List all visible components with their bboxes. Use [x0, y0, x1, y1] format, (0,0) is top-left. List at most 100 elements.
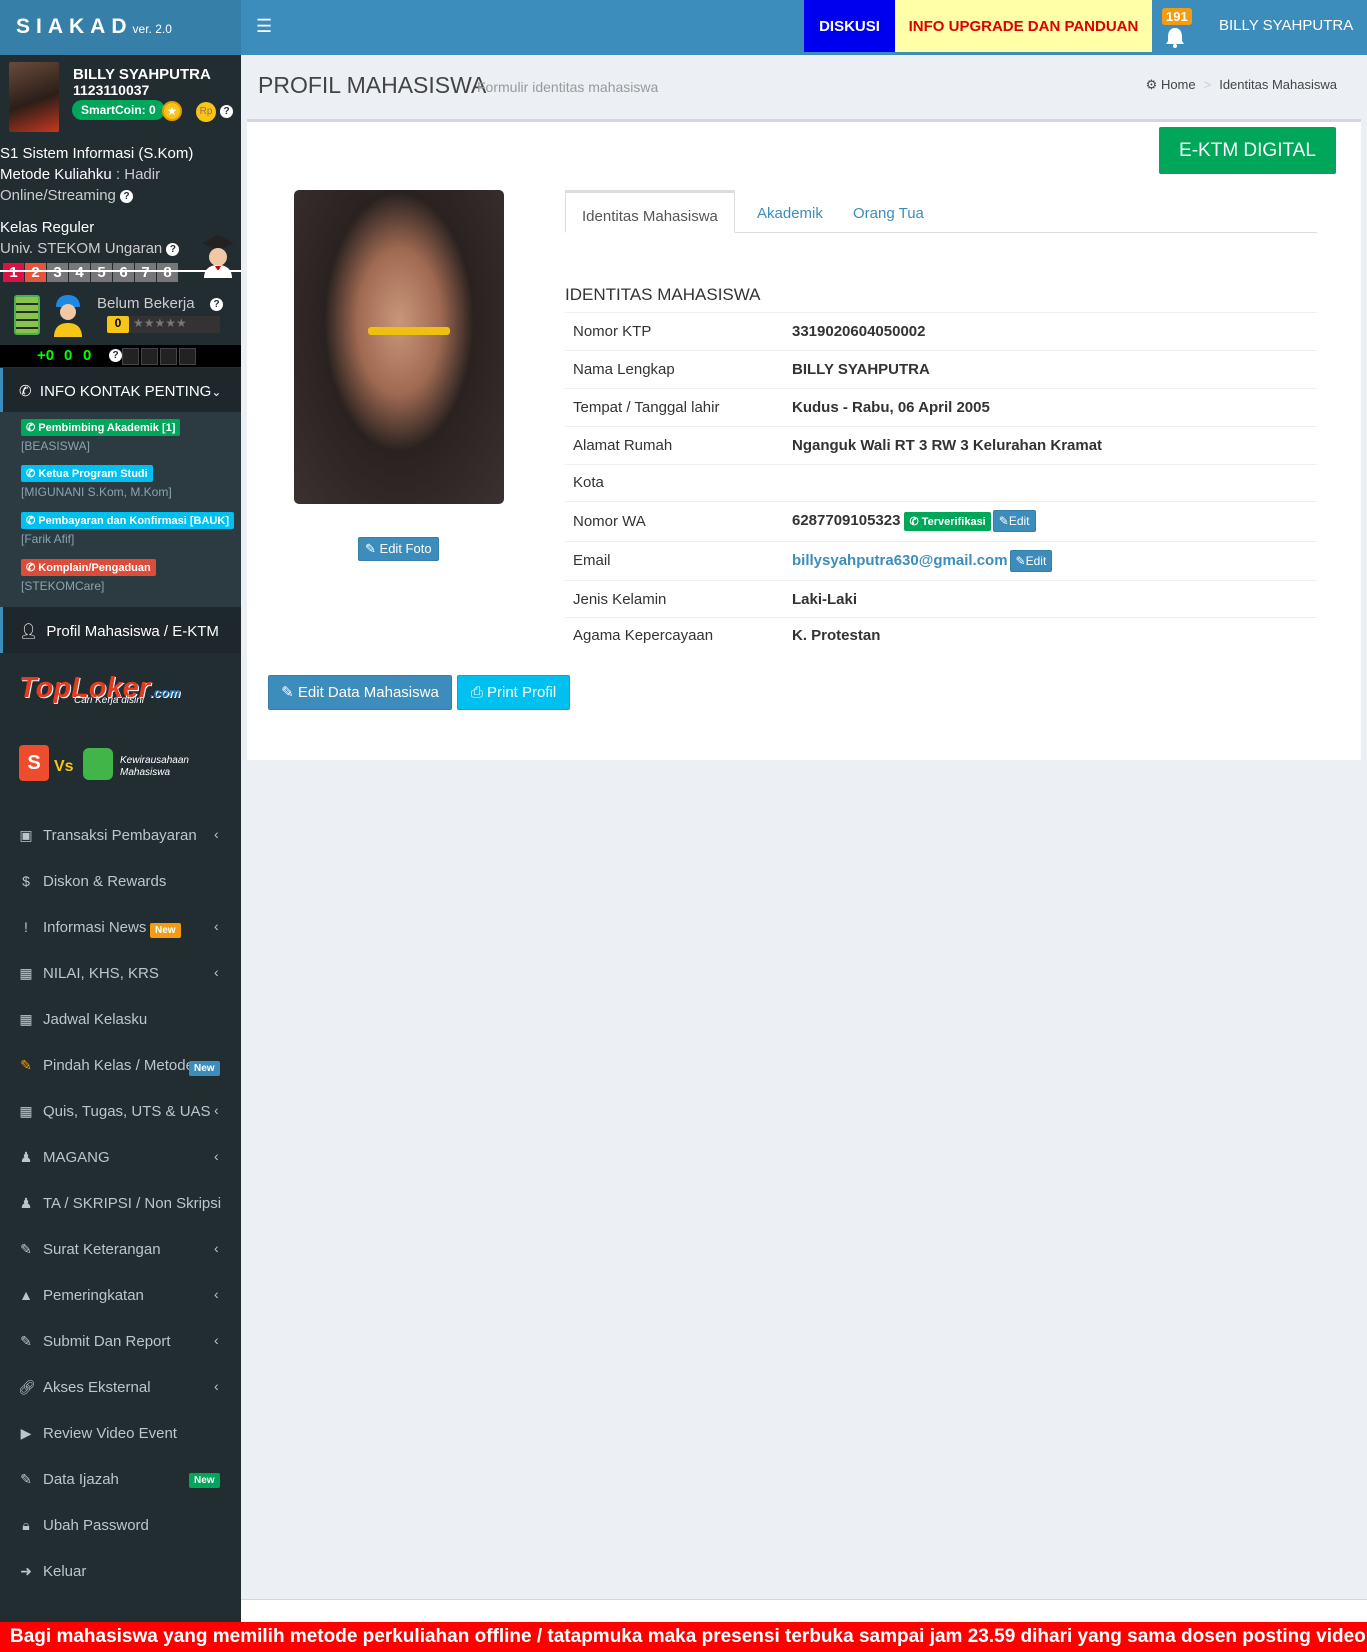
brand-name: SIAKAD	[16, 15, 133, 38]
sidebar-item-surat[interactable]: ✎ Surat Keterangan ‹	[0, 1228, 241, 1274]
sidebar-item-keluar[interactable]: ➜ Keluar	[0, 1550, 241, 1596]
contact-label: Pembayaran dan Konfirmasi [BAUK]	[38, 515, 229, 527]
contact-sub: [STEKOMCare]	[21, 579, 105, 593]
link-icon: 🔗︎	[18, 1379, 36, 1395]
profile-box: E-KTM DIGITAL ✎ Edit Foto Identitas Maha…	[247, 119, 1361, 760]
sidebar-item-magang[interactable]: ♟ MAGANG ‹	[0, 1136, 241, 1182]
field-value: Kudus - Rabu, 06 April 2005	[792, 399, 990, 416]
info-kontak-menu[interactable]: ✆ INFO KONTAK PENTING⌄	[0, 368, 241, 412]
sidebar-item-news[interactable]: ! Informasi News New ‹	[0, 906, 241, 952]
upgrade-info-button[interactable]: INFO UPGRADE DAN PANDUAN	[895, 0, 1152, 52]
sidebar-item-diskon[interactable]: $ Diskon & Rewards	[0, 860, 241, 906]
sidebar-item-nilai[interactable]: ▦ NILAI, KHS, KRS ‹	[0, 952, 241, 998]
sidebar-item-submit[interactable]: ✎ Submit Dan Report ‹	[0, 1320, 241, 1366]
user-name: BILLY SYAHPUTRA	[73, 66, 211, 83]
help-icon[interactable]: ?	[210, 298, 223, 311]
semester-indicator: 1 2 3 4 5 6 7 8	[3, 263, 178, 282]
metode-line: Metode Kuliahku : Hadir	[0, 166, 160, 183]
tab-identitas[interactable]: Identitas Mahasiswa	[565, 190, 735, 233]
profile-photo	[294, 190, 504, 504]
field-label: Alamat Rumah	[573, 437, 673, 454]
contact-kaprodi[interactable]: ✆ Ketua Program Studi	[21, 465, 153, 482]
field-row: Nama Lengkap BILLY SYAHPUTRA	[565, 350, 1317, 388]
field-label: Nomor KTP	[573, 323, 652, 340]
sidebar-item-pemeringkatan[interactable]: ▲ Pemeringkatan ‹	[0, 1274, 241, 1320]
metode-value: : Hadir	[115, 166, 161, 183]
sidebar-item-transaksi[interactable]: ▣ Transaksi Pembayaran ‹	[0, 814, 241, 860]
contact-bauk[interactable]: ✆ Pembayaran dan Konfirmasi [BAUK]	[21, 512, 234, 529]
sidebar-item-ijazah[interactable]: ✎ Data Ijazah New	[0, 1458, 241, 1504]
shopee-logo[interactable]: S	[19, 745, 49, 781]
section-title: IDENTITAS MAHASISWA	[565, 285, 761, 304]
chevron-left-icon: ‹	[214, 1332, 219, 1348]
sidebar-item-jadwal[interactable]: ▦ Jadwal Kelasku	[0, 998, 241, 1044]
chevron-left-icon: ‹	[214, 964, 219, 980]
kelas-text: Kelas Reguler	[0, 219, 95, 236]
menu-toggle-icon[interactable]: ☰	[256, 16, 272, 37]
app-logo[interactable]: SIAKADver. 2.0	[0, 0, 241, 55]
sidebar-item-skripsi[interactable]: ♟ TA / SKRIPSI / Non Skripsi	[0, 1182, 241, 1228]
field-value: 3319020604050002	[792, 323, 926, 340]
help-icon[interactable]: ?	[220, 105, 233, 118]
menu-label: Diskon & Rewards	[43, 873, 167, 890]
help-icon[interactable]: ?	[109, 349, 122, 362]
chevron-left-icon: ‹	[214, 1240, 219, 1256]
edit-icon: ✎	[20, 1471, 32, 1487]
user-menu[interactable]: BILLY SYAHPUTRA	[1219, 17, 1353, 34]
sidebar-item-pindah-kelas[interactable]: ✎ Pindah Kelas / Metode New	[0, 1044, 241, 1090]
menu-label: Review Video Event	[43, 1425, 177, 1442]
sidebar: BILLY SYAHPUTRA 1123110037 SmartCoin: 0 …	[0, 55, 241, 1652]
ektm-digital-button[interactable]: E-KTM DIGITAL	[1159, 127, 1336, 174]
field-label: Nomor WA	[573, 513, 646, 530]
tokopedia-logo[interactable]	[83, 748, 113, 780]
sidebar-item-quis[interactable]: ▦ Quis, Tugas, UTS & UAS ‹	[0, 1090, 241, 1136]
edit-email-button[interactable]: ✎Edit	[1009, 550, 1053, 572]
edit-wa-button[interactable]: ✎Edit	[992, 510, 1036, 532]
semester-5: 5	[91, 263, 112, 282]
smartcoin-badge[interactable]: SmartCoin: 0	[72, 100, 165, 120]
edit-foto-label: Edit Foto	[379, 541, 432, 556]
graduation-cap-icon: ▲	[19, 1287, 33, 1303]
menu-label: MAGANG	[43, 1149, 110, 1166]
tab-akademik[interactable]: Akademik	[741, 190, 839, 233]
tab-orang-tua[interactable]: Orang Tua	[837, 190, 940, 233]
sidebar-item-review-video[interactable]: ▶ Review Video Event	[0, 1412, 241, 1458]
counter-b: 0	[83, 347, 92, 364]
edit-data-button[interactable]: ✎ Edit Data Mahasiswa	[268, 675, 452, 710]
info-kontak-label: INFO KONTAK PENTING	[39, 383, 212, 400]
menu-label: Jadwal Kelasku	[43, 1011, 148, 1028]
counter-plus: +0	[37, 347, 55, 364]
counter-box	[122, 348, 139, 365]
print-profil-button[interactable]: ⎙ Print Profil	[457, 675, 570, 710]
new-badge: New	[189, 1473, 220, 1488]
contact-komplain[interactable]: ✆ Komplain/Pengaduan	[21, 559, 156, 576]
coin-icon: ★	[162, 101, 182, 121]
metode-line2: Online/Streaming ?	[0, 187, 134, 204]
edit-data-label: Edit Data Mahasiswa	[297, 684, 439, 701]
diskusi-button[interactable]: DISKUSI	[804, 0, 895, 52]
semester-6: 6	[113, 263, 134, 282]
profil-label: Profil Mahasiswa / E-KTM	[46, 623, 219, 640]
semester-2: 2	[25, 263, 46, 282]
battery-icon	[14, 295, 40, 335]
field-row: Nomor KTP 3319020604050002	[565, 312, 1317, 350]
help-icon[interactable]: ?	[166, 242, 180, 256]
field-row: Email billysyahputra630@gmail.com ✎Edit	[565, 541, 1317, 580]
edit-foto-button[interactable]: ✎ Edit Foto	[358, 537, 439, 561]
contact-pembimbing[interactable]: ✆ Pembimbing Akademik [1]	[21, 419, 181, 436]
rating-stars: 0 ★★★★★	[107, 316, 220, 333]
email-link[interactable]: billysyahputra630@gmail.com	[792, 552, 1008, 569]
lock-icon: 🔒︎	[22, 1517, 30, 1533]
breadcrumb-home[interactable]: Home	[1161, 77, 1196, 92]
field-value: K. Protestan	[792, 627, 881, 644]
metode-label: Metode Kuliahku	[0, 166, 112, 183]
users-icon: ♟	[19, 1195, 33, 1211]
sidebar-item-password[interactable]: 🔒︎ Ubah Password	[0, 1504, 241, 1550]
field-label: Email	[573, 552, 611, 569]
sidebar-item-akses-eksternal[interactable]: 🔗︎ Akses Eksternal ‹	[0, 1366, 241, 1412]
dollar-icon: $	[22, 873, 30, 889]
table-icon: ▦	[19, 965, 33, 981]
help-icon[interactable]: ?	[120, 189, 134, 203]
menu-label: Informasi News	[43, 919, 147, 936]
sidebar-item-profil[interactable]: 👤︎ Profil Mahasiswa / E-KTM	[0, 607, 241, 653]
